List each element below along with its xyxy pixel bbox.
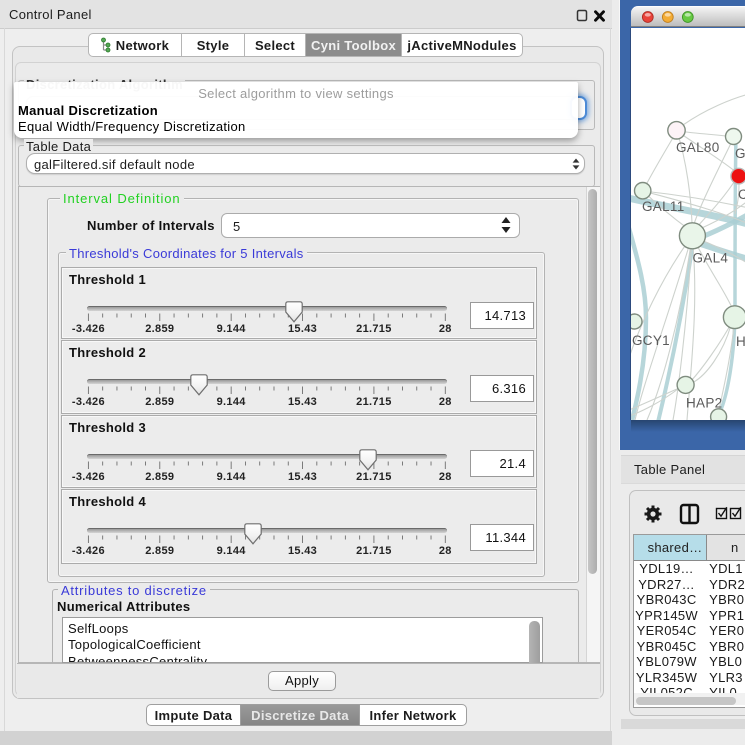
svg-text:HAP2: HAP2 xyxy=(686,396,722,411)
svg-text:C: C xyxy=(738,187,745,202)
svg-text:GAL11: GAL11 xyxy=(642,199,685,214)
svg-text:GAL80: GAL80 xyxy=(676,140,720,155)
svg-text:GCY1: GCY1 xyxy=(632,333,670,348)
svg-text:G.: G. xyxy=(735,146,745,161)
svg-text:H: H xyxy=(736,334,745,349)
svg-text:GAL4: GAL4 xyxy=(693,251,729,266)
